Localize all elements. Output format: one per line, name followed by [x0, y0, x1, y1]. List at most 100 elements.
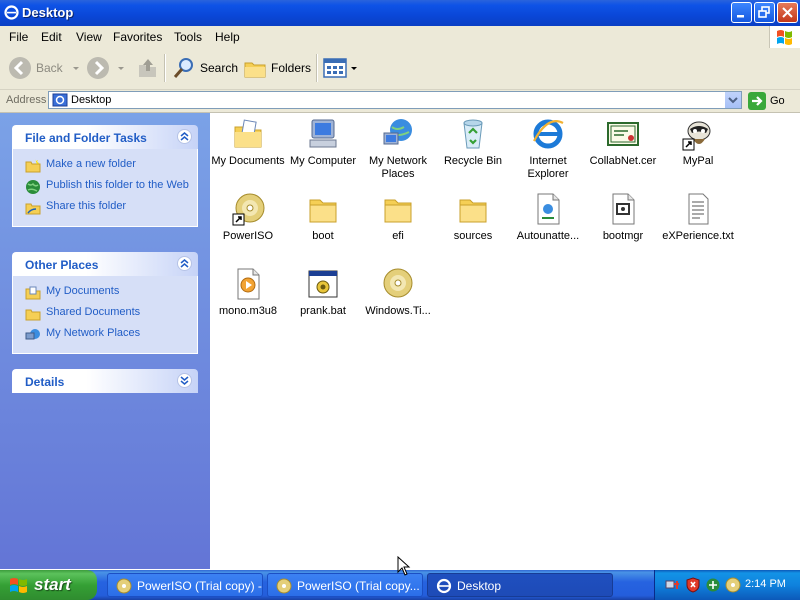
file-name: Internet Explorer — [527, 155, 569, 180]
link-label: Share this folder — [46, 200, 127, 212]
cd-tray-icon[interactable] — [725, 577, 741, 593]
start-button[interactable]: start — [0, 570, 97, 600]
file-item[interactable]: prank.bat — [285, 267, 361, 318]
address-field[interactable]: Desktop — [48, 91, 742, 109]
file-item[interactable]: mono.m3u8 — [210, 267, 286, 318]
forward-button[interactable] — [86, 54, 126, 82]
file-name: prank.bat — [300, 305, 346, 317]
system-tray: 2:14 PM — [654, 570, 800, 600]
panel-title: Details — [25, 375, 65, 389]
file-item[interactable]: Windows.Ti... — [360, 267, 436, 318]
restore-button[interactable] — [754, 2, 775, 23]
ie-window-icon — [4, 5, 19, 20]
file-item[interactable]: My Documents — [210, 117, 286, 168]
menu-favorites[interactable]: Favorites — [113, 30, 162, 44]
file-item[interactable]: PowerISO — [210, 192, 286, 243]
back-button[interactable]: Back — [8, 54, 81, 82]
taskbar-button-desktop[interactable]: Desktop — [427, 573, 613, 597]
menu-help[interactable]: Help — [215, 30, 240, 44]
task-pane: File and Folder Tasks Make a new folder … — [0, 113, 210, 569]
file-item[interactable]: CollabNet.cer — [585, 117, 661, 168]
mypal-icon — [681, 117, 715, 151]
up-folder-button[interactable] — [136, 54, 160, 82]
panel-body: Make a new folder Publish this folder to… — [12, 149, 198, 227]
address-dropdown-button[interactable] — [724, 92, 741, 108]
file-item[interactable]: Autounatte... — [510, 192, 586, 243]
file-view[interactable]: My Documents My Computer My Network Plac… — [210, 113, 800, 569]
shared-documents-link[interactable]: Shared Documents — [13, 303, 197, 324]
taskbar-button-poweriso-1[interactable]: PowerISO (Trial copy) - — [107, 573, 263, 597]
file-name: CollabNet.cer — [589, 155, 657, 167]
link-label: Make a new folder — [46, 158, 136, 170]
panel-title: File and Folder Tasks — [25, 131, 147, 145]
address-bar: Address Desktop Go — [0, 90, 800, 113]
file-name: My Documents — [211, 155, 285, 167]
disc-image-icon — [381, 267, 415, 301]
search-button[interactable]: Search — [172, 54, 238, 82]
link-label: Publish this folder to the Web — [46, 179, 189, 191]
menu-tools[interactable]: Tools — [174, 30, 202, 44]
views-button[interactable] — [323, 54, 359, 82]
cd-icon — [116, 578, 132, 594]
link-label: Shared Documents — [46, 306, 141, 318]
file-item[interactable]: My Computer — [285, 117, 361, 168]
file-item[interactable]: efi — [360, 192, 436, 243]
taskbar-button-poweriso-2[interactable]: PowerISO (Trial copy... — [267, 573, 423, 597]
my-network-places-link[interactable]: My Network Places — [13, 324, 197, 345]
panel-title: Other Places — [25, 258, 99, 272]
window-title: Desktop — [22, 5, 74, 20]
chevron-down-icon — [118, 67, 124, 70]
menu-file[interactable]: File — [9, 30, 28, 44]
share-folder-link[interactable]: Share this folder — [13, 197, 197, 218]
folders-label: Folders — [271, 61, 312, 75]
network-tray-icon[interactable] — [665, 577, 681, 593]
my-documents-link[interactable]: My Documents — [13, 282, 197, 303]
publish-folder-link[interactable]: Publish this folder to the Web — [13, 176, 197, 197]
connection-tray-icon[interactable] — [705, 577, 721, 593]
collapse-icon[interactable] — [177, 129, 192, 144]
file-name: sources — [453, 230, 493, 242]
toolbar-separator — [316, 54, 318, 82]
title-bar[interactable]: Desktop — [0, 0, 800, 26]
forward-arrow-icon — [87, 57, 109, 79]
expand-icon[interactable] — [177, 373, 192, 388]
other-places-panel: Other Places My Documents Shared Documen… — [12, 252, 198, 354]
collapse-icon[interactable] — [177, 256, 192, 271]
windows-flag-icon — [777, 30, 792, 45]
panel-body: My Documents Shared Documents My Network… — [12, 276, 198, 354]
ie-window-icon — [436, 578, 452, 594]
close-button[interactable] — [777, 2, 798, 23]
playlist-file-icon — [231, 267, 265, 301]
make-new-folder-link[interactable]: Make a new folder — [13, 155, 197, 176]
taskbar-label: Desktop — [457, 579, 502, 593]
go-button[interactable]: Go — [748, 92, 785, 110]
file-item[interactable]: boot — [285, 192, 361, 243]
file-name: efi — [392, 230, 404, 242]
cd-shortcut-icon — [231, 192, 265, 226]
mouse-cursor-icon — [397, 556, 411, 576]
file-item[interactable]: MyPal — [660, 117, 736, 168]
network-places-icon — [25, 329, 40, 340]
file-item[interactable]: eXPerience.txt — [660, 192, 736, 243]
file-item[interactable]: My Network Places — [360, 117, 436, 181]
file-folder-tasks-header[interactable]: File and Folder Tasks — [12, 125, 198, 149]
go-arrow-icon — [748, 92, 766, 110]
minimize-button[interactable] — [731, 2, 752, 23]
file-item[interactable]: sources — [435, 192, 511, 243]
file-item[interactable]: bootmgr — [585, 192, 661, 243]
file-item[interactable]: Recycle Bin — [435, 117, 511, 168]
my-documents-icon — [231, 117, 265, 151]
toolbar: Back Search Folders — [0, 48, 800, 90]
views-icon — [323, 58, 347, 78]
file-item[interactable]: Internet Explorer — [510, 117, 586, 181]
menu-view[interactable]: View — [76, 30, 102, 44]
folders-button[interactable]: Folders — [243, 54, 311, 82]
search-icon — [173, 58, 193, 78]
menu-edit[interactable]: Edit — [41, 30, 62, 44]
file-name: Windows.Ti... — [365, 305, 431, 317]
other-places-header[interactable]: Other Places — [12, 252, 198, 276]
taskbar-label: PowerISO (Trial copy) - — [137, 579, 262, 593]
details-header[interactable]: Details — [12, 369, 198, 393]
security-shield-icon[interactable] — [685, 577, 701, 593]
share-folder-icon — [25, 203, 41, 215]
